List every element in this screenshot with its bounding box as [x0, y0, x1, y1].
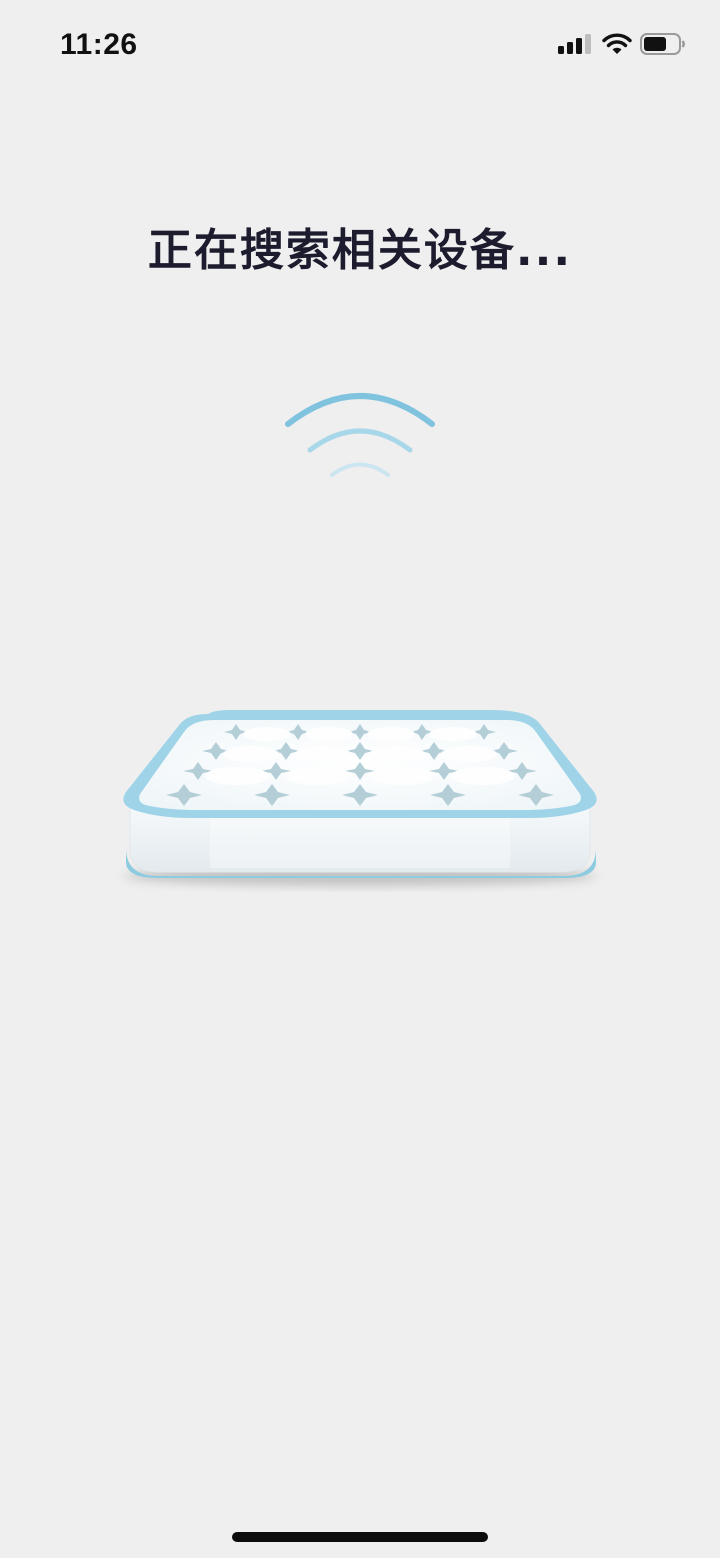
cellular-signal-icon [558, 34, 591, 54]
page-title: 正在搜索相关设备... [147, 225, 573, 276]
status-bar: 11:26 [0, 0, 720, 92]
wifi-icon [602, 33, 632, 54]
battery-icon [640, 33, 685, 55]
smart-mattress-device-icon [123, 710, 597, 886]
home-indicator[interactable] [232, 1532, 488, 1542]
status-time: 11:26 [60, 28, 138, 61]
wireless-signal-icon [285, 393, 435, 477]
